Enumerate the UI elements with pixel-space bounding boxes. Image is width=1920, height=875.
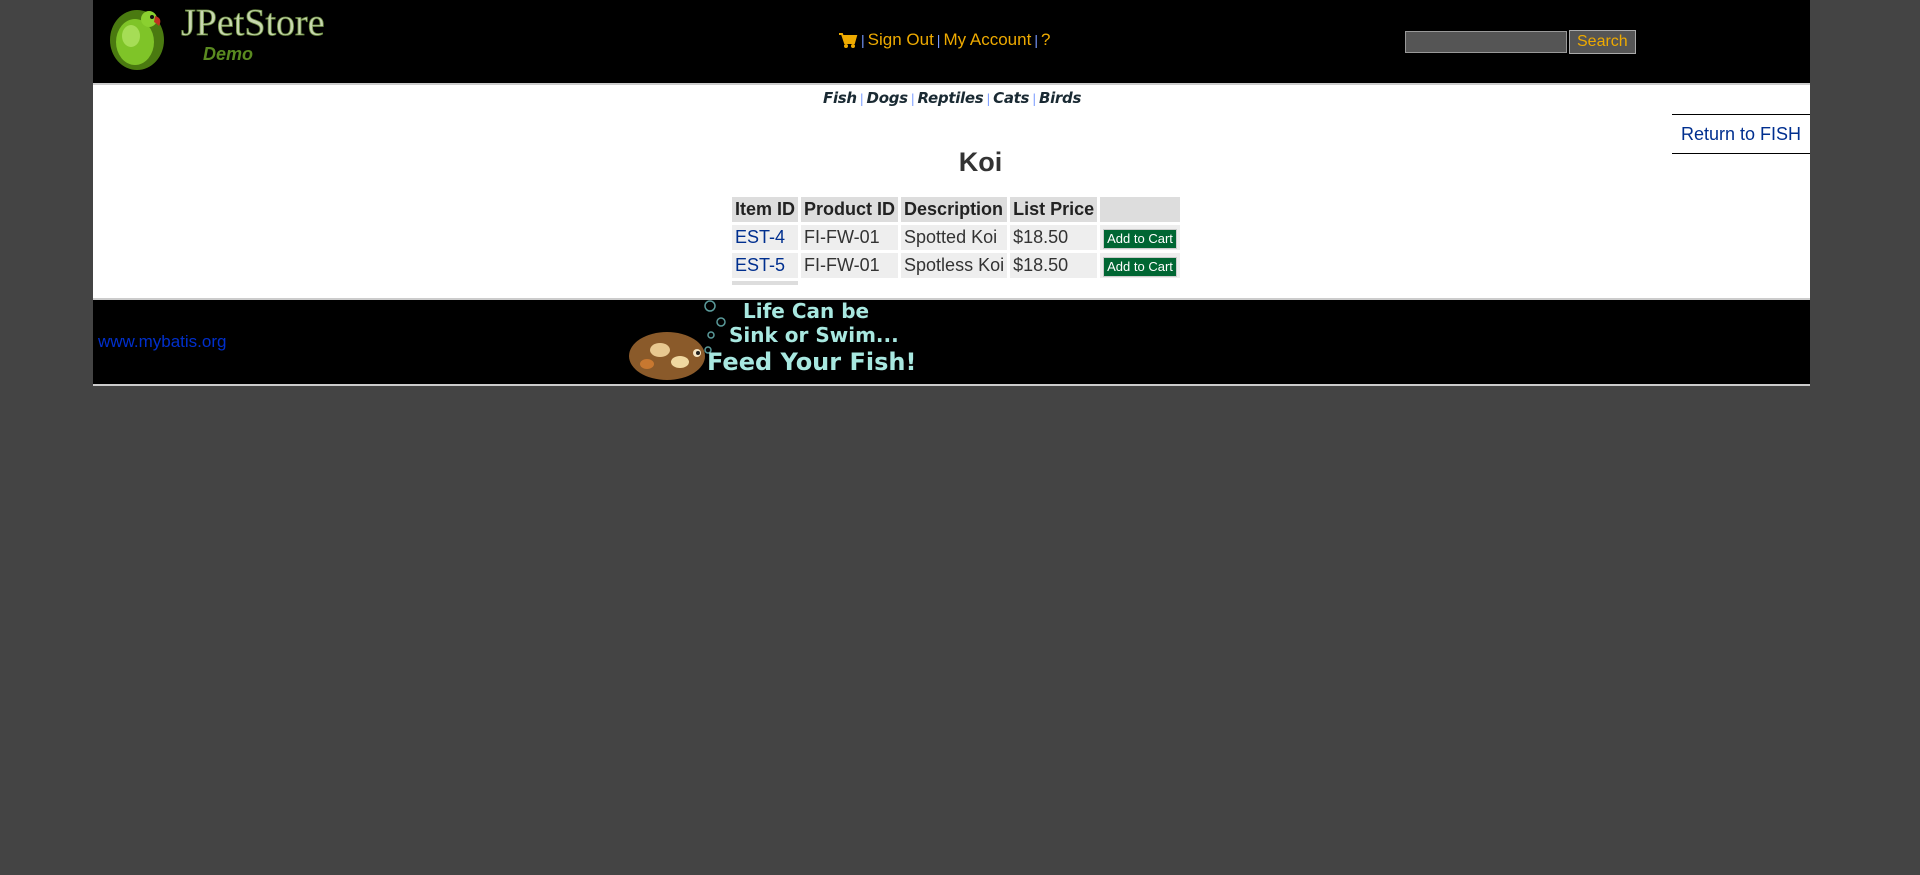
product-id-cell: FI-FW-01 xyxy=(801,253,899,278)
svg-text:JPetStore: JPetStore xyxy=(181,2,325,44)
add-to-cart-button[interactable]: Add to Cart xyxy=(1103,256,1177,277)
search-button[interactable]: Search xyxy=(1569,30,1636,54)
feed-your-fish-banner: Life Can be Sink or Swim... Feed Your Fi… xyxy=(629,299,916,380)
svg-text:Demo: Demo xyxy=(203,44,253,64)
svg-text:Life Can be: Life Can be xyxy=(743,299,869,323)
svg-text:Sink or Swim...: Sink or Swim... xyxy=(729,323,899,347)
my-account-link[interactable]: My Account xyxy=(943,30,1031,49)
item-id-cell: EST-5 xyxy=(732,253,799,278)
quicklink-separator: | xyxy=(859,92,864,106)
price-cell: $18.50 xyxy=(1010,253,1098,278)
table-row: EST-4 FI-FW-01 Spotted Koi $18.50 Add to… xyxy=(732,225,1180,250)
category-quicklinks: Fish | Dogs | Reptiles | Cats | Birds xyxy=(823,89,1081,107)
item-id-link[interactable]: EST-4 xyxy=(735,227,785,247)
menu-separator: | xyxy=(861,32,865,48)
jpetstore-logo[interactable]: JPetStore Demo xyxy=(105,2,365,72)
column-header-action xyxy=(1100,197,1180,222)
empty-cell xyxy=(1100,281,1180,285)
action-cell: Add to Cart xyxy=(1100,253,1180,278)
help-link[interactable]: ? xyxy=(1041,30,1050,49)
item-id-link[interactable]: EST-5 xyxy=(735,255,785,275)
return-to-category-link[interactable]: Return to FISH xyxy=(1672,114,1810,154)
quicklink-separator: | xyxy=(910,92,915,106)
quicklink-reptiles[interactable]: Reptiles xyxy=(918,89,984,107)
empty-cell xyxy=(732,281,799,285)
table-row: EST-5 FI-FW-01 Spotless Koi $18.50 Add t… xyxy=(732,253,1180,278)
page: JPetStore Demo | Sign Out | My Account |? Se… xyxy=(93,0,1810,386)
table-header-row: Item ID Product ID Description List Pric… xyxy=(732,197,1180,222)
items-table: Item ID Product ID Description List Pric… xyxy=(729,194,1183,288)
price-cell: $18.50 xyxy=(1010,225,1098,250)
product-id-cell: FI-FW-01 xyxy=(801,225,899,250)
footer: www.mybatis.org Life Can be Sink or Swim… xyxy=(93,298,1810,386)
quicklink-birds[interactable]: Birds xyxy=(1039,89,1081,107)
item-id-cell: EST-4 xyxy=(732,225,799,250)
mybatis-link[interactable]: www.mybatis.org xyxy=(98,332,226,352)
action-cell: Add to Cart xyxy=(1100,225,1180,250)
description-cell: Spotted Koi xyxy=(901,225,1008,250)
column-header-item-id: Item ID xyxy=(732,197,799,222)
column-header-product-id: Product ID xyxy=(801,197,899,222)
empty-cell xyxy=(1010,281,1097,285)
menu-separator: | xyxy=(936,32,941,48)
header: JPetStore Demo | Sign Out | My Account |? Se… xyxy=(93,0,1810,85)
empty-cell xyxy=(801,281,898,285)
description-cell: Spotless Koi xyxy=(901,253,1008,278)
quicklink-fish[interactable]: Fish xyxy=(823,89,857,107)
column-header-description: Description xyxy=(901,197,1008,222)
empty-cell xyxy=(901,281,1007,285)
table-footer-row xyxy=(732,281,1180,285)
search-form: Search xyxy=(1405,30,1636,54)
header-menu: | Sign Out | My Account |? xyxy=(838,30,1050,50)
quicklink-dogs[interactable]: Dogs xyxy=(867,89,909,107)
main-content: Fish | Dogs | Reptiles | Cats | Birds Return to … xyxy=(93,85,1810,298)
cart-icon[interactable] xyxy=(838,32,858,49)
sign-out-link[interactable]: Sign Out xyxy=(868,30,934,49)
add-to-cart-button[interactable]: Add to Cart xyxy=(1103,228,1177,249)
quicklink-separator: | xyxy=(986,92,991,106)
svg-text:Feed Your Fish!: Feed Your Fish! xyxy=(707,348,916,376)
quicklink-cats[interactable]: Cats xyxy=(993,89,1029,107)
product-title: Koi xyxy=(958,147,1003,177)
column-header-list-price: List Price xyxy=(1010,197,1098,222)
menu-separator: | xyxy=(1034,32,1038,48)
search-input[interactable] xyxy=(1405,31,1567,53)
quicklink-separator: | xyxy=(1032,92,1036,106)
